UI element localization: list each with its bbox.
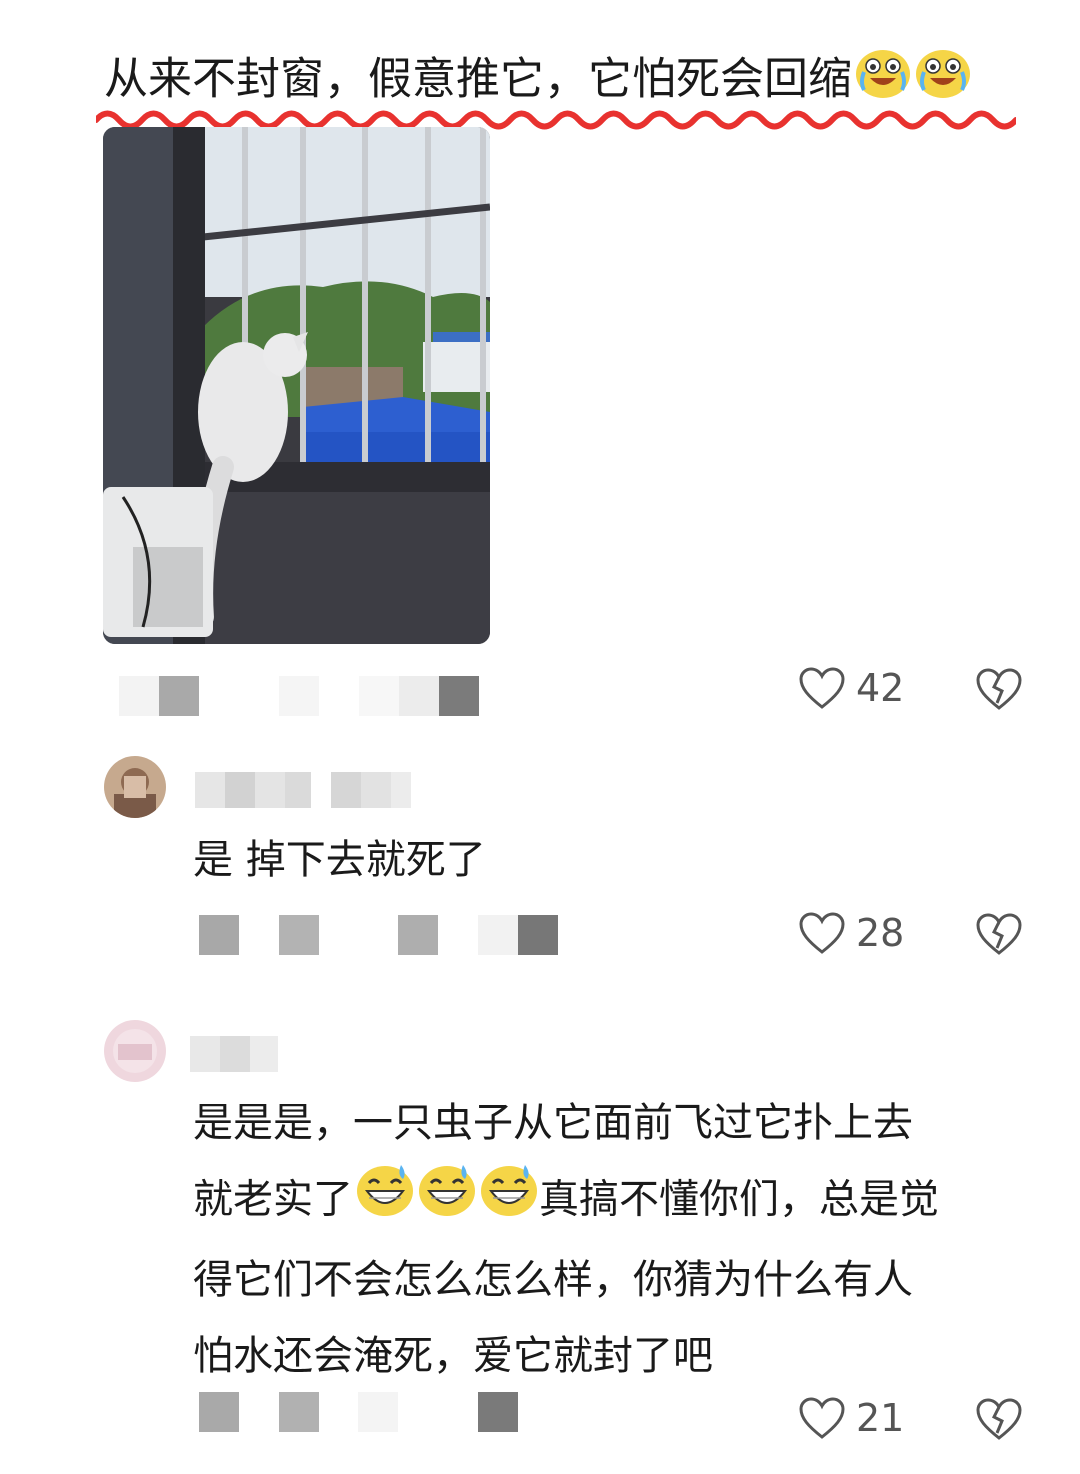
sweat-grin-emoji <box>355 1161 415 1242</box>
like-button[interactable]: 42 <box>798 666 904 710</box>
comment-text: 从来不封窗，假意推它，它怕死会回缩 <box>104 53 852 105</box>
dislike-button[interactable] <box>975 667 1023 711</box>
comment-text: 是 掉下去就死了 <box>193 837 486 883</box>
meta-blur <box>199 1392 239 1432</box>
sweat-grin-emoji <box>479 1161 539 1242</box>
meta-blur <box>358 1392 398 1432</box>
meta-blur <box>518 915 558 955</box>
heart-outline-icon <box>799 1397 845 1439</box>
dislike-button[interactable] <box>975 912 1023 956</box>
meta-blur <box>159 676 199 716</box>
broken-heart-icon <box>976 1398 1022 1440</box>
broken-heart-icon <box>976 913 1022 955</box>
like-count: 21 <box>856 1396 905 1440</box>
like-count: 42 <box>856 666 905 710</box>
heart-outline-icon <box>799 912 845 954</box>
comment-body: 是是是，一只虫子从它面前飞过它扑上去 就老实了 真搞不懂你们，总是觉 得它们不会… <box>193 1085 1043 1394</box>
meta-blur <box>478 915 518 955</box>
meta-blur <box>478 1392 518 1432</box>
meta-blur <box>279 1392 319 1432</box>
comment-meta <box>199 1392 559 1432</box>
meta-blur <box>399 676 439 716</box>
cat-window-photo[interactable] <box>103 127 490 644</box>
like-button[interactable]: 28 <box>798 911 904 955</box>
comment-line: 就老实了 真搞不懂你们，总是觉 <box>193 1161 1043 1242</box>
like-button[interactable]: 21 <box>798 1396 904 1440</box>
meta-blur <box>398 915 438 955</box>
comment-line: 怕水还会淹死，爱它就封了吧 <box>193 1333 713 1379</box>
comment-meta <box>119 676 479 716</box>
meta-blur <box>199 915 239 955</box>
avatar[interactable] <box>104 1020 166 1082</box>
meta-blur <box>279 676 319 716</box>
comment-line: 是是是，一只虫子从它面前飞过它扑上去 <box>193 1100 913 1146</box>
heart-outline-icon <box>799 667 845 709</box>
comment-text-segment: 真搞不懂你们，总是觉 <box>539 1176 939 1223</box>
username-blurred[interactable] <box>190 1032 280 1076</box>
meta-blur <box>119 676 159 716</box>
sweat-grin-emoji <box>417 1161 477 1242</box>
comment-text-segment: 就老实了 <box>193 1176 353 1223</box>
avatar[interactable] <box>104 756 166 818</box>
meta-blur <box>279 915 319 955</box>
broken-heart-icon <box>976 668 1022 710</box>
comment-line: 得它们不会怎么怎么样，你猜为什么有人 <box>193 1257 913 1303</box>
dislike-button[interactable] <box>975 1397 1023 1441</box>
like-count: 28 <box>856 911 905 955</box>
comment-meta <box>199 915 559 955</box>
meta-blur <box>359 676 399 716</box>
meta-blur <box>439 676 479 716</box>
username-blurred[interactable] <box>195 768 411 812</box>
